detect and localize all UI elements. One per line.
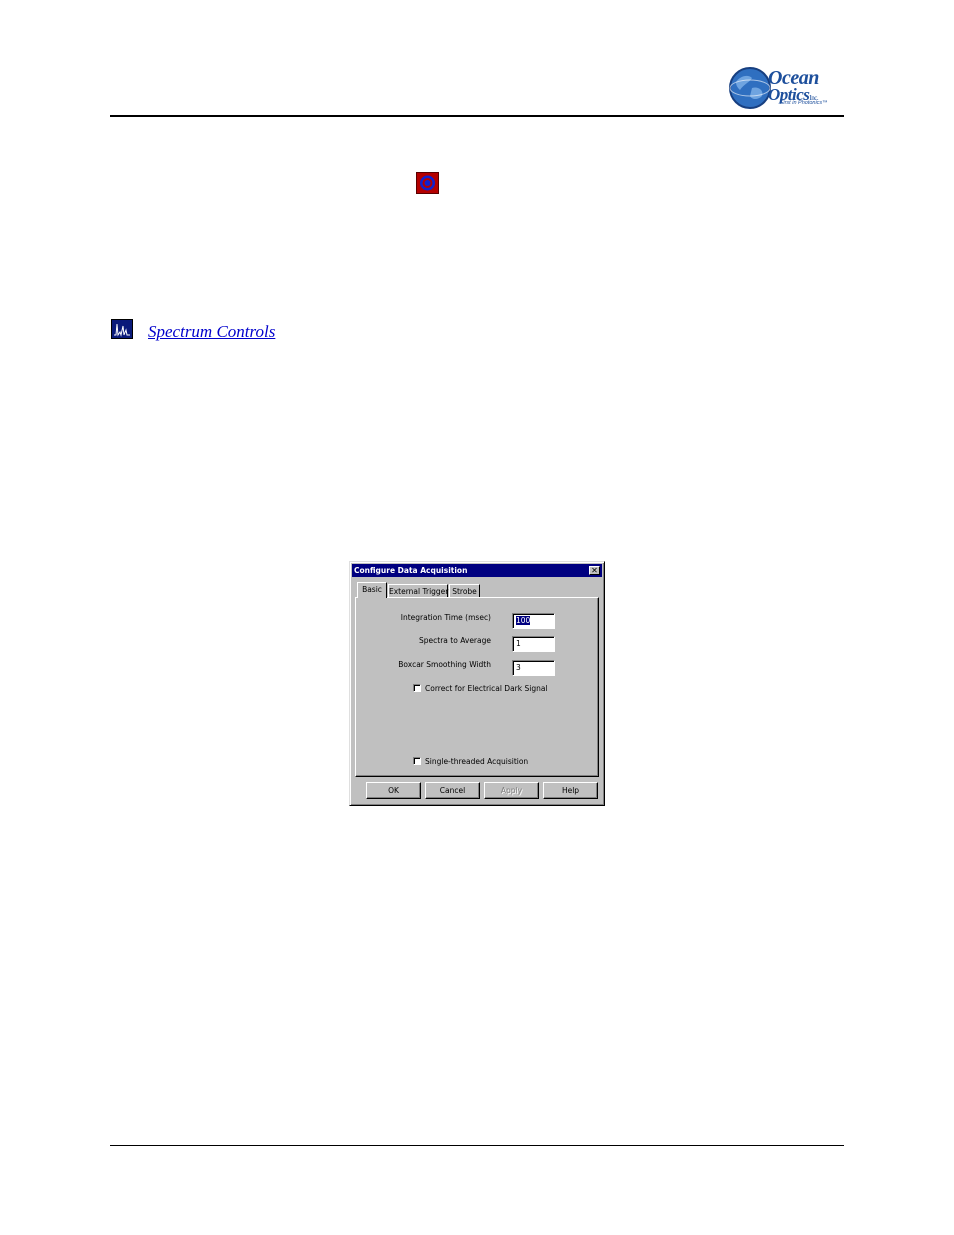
tab-strobe[interactable]: Strobe bbox=[449, 584, 480, 597]
integration-time-input[interactable]: 100 bbox=[512, 613, 555, 629]
spectrum-icon-graphic bbox=[114, 323, 130, 337]
boxcar-smoothing-input[interactable]: 3 bbox=[512, 660, 555, 676]
close-icon: ✕ bbox=[591, 566, 598, 575]
dark-signal-checkbox[interactable] bbox=[413, 684, 421, 692]
logo-tagline: First in Photonics™ bbox=[780, 100, 828, 106]
tab-external-trigger[interactable]: External Trigger bbox=[388, 584, 448, 597]
spectra-to-average-input[interactable]: 1 bbox=[512, 636, 555, 652]
spectrum-icon bbox=[111, 319, 133, 339]
close-button[interactable]: ✕ bbox=[589, 566, 600, 575]
dark-signal-option[interactable]: Correct for Electrical Dark Signal bbox=[413, 684, 548, 693]
target-icon-graphic bbox=[420, 175, 435, 191]
single-threaded-option[interactable]: Single-threaded Acquisition bbox=[413, 757, 528, 766]
configure-data-acquisition-dialog: Configure Data Acquisition ✕ Basic Exter… bbox=[349, 561, 605, 806]
apply-button[interactable]: Apply bbox=[484, 782, 539, 799]
header-rule bbox=[110, 115, 844, 117]
boxcar-smoothing-label: Boxcar Smoothing Width bbox=[398, 660, 491, 669]
dark-signal-label: Correct for Electrical Dark Signal bbox=[425, 684, 548, 693]
single-threaded-label: Single-threaded Acquisition bbox=[425, 757, 529, 766]
footer-rule bbox=[110, 1145, 844, 1146]
integration-time-label: Integration Time (msec) bbox=[400, 613, 491, 622]
cancel-button[interactable]: Cancel bbox=[425, 782, 480, 799]
target-icon bbox=[416, 172, 439, 194]
ocean-optics-logo: Ocean OpticsInc. First in Photonics™ bbox=[724, 62, 844, 114]
dialog-titlebar[interactable]: Configure Data Acquisition ✕ bbox=[352, 564, 602, 577]
spectrum-controls-link[interactable]: Spectrum Controls bbox=[148, 322, 275, 342]
tab-basic[interactable]: Basic bbox=[357, 582, 387, 598]
spectra-to-average-label: Spectra to Average bbox=[419, 636, 491, 645]
globe-icon bbox=[729, 67, 771, 109]
basic-tab-panel: Integration Time (msec) 100 Spectra to A… bbox=[355, 597, 599, 777]
help-button[interactable]: Help bbox=[543, 782, 598, 799]
integration-time-value: 100 bbox=[516, 616, 531, 625]
dialog-title: Configure Data Acquisition bbox=[354, 566, 468, 575]
ok-button[interactable]: OK bbox=[366, 782, 421, 799]
single-threaded-checkbox[interactable] bbox=[413, 757, 421, 765]
